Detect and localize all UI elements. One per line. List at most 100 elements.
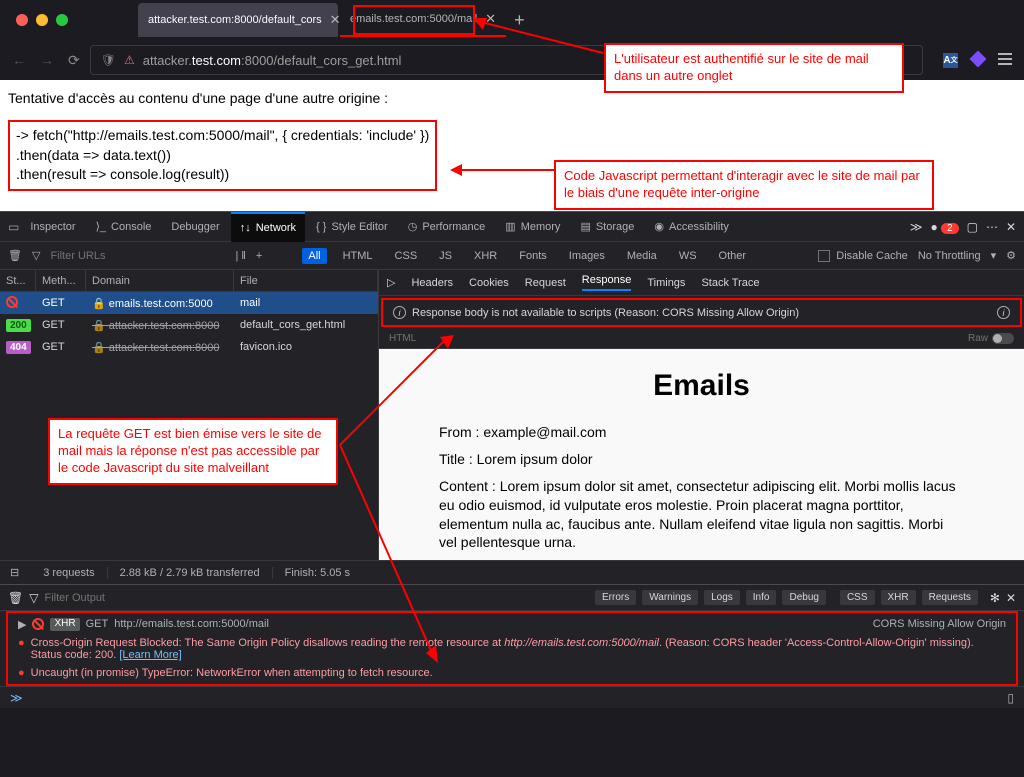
filter-warnings[interactable]: Warnings — [642, 590, 698, 605]
tab-debugger[interactable]: Debugger — [162, 212, 228, 242]
filter-other[interactable]: Other — [713, 248, 753, 264]
tab-performance[interactable]: ◷Performance — [399, 212, 495, 242]
close-devtools-icon[interactable]: ✕ — [1006, 220, 1016, 234]
sidebar-toggle-icon[interactable]: ▯ — [1007, 691, 1014, 704]
filter-icon[interactable]: ▽ — [32, 249, 40, 262]
close-console-icon[interactable]: ✕ — [1006, 591, 1016, 605]
settings-icon[interactable]: ⚙ — [1006, 249, 1016, 262]
console-panel: 🗑 ▽ Filter Output Errors Warnings Logs I… — [0, 584, 1024, 708]
detail-tab-headers[interactable]: Headers — [411, 277, 453, 289]
console-row[interactable]: ● Uncaught (in promise) TypeError: Netwo… — [8, 664, 1016, 682]
console-row[interactable]: ▶ XHR GET http://emails.test.com:5000/ma… — [8, 615, 1016, 634]
url-text: attacker.test.com:8000/default_cors_get.… — [143, 53, 402, 68]
tab-storage[interactable]: ▤Storage — [571, 212, 643, 242]
console-settings-icon[interactable]: ✻ — [990, 591, 1000, 605]
tab-emails[interactable]: emails.test.com:5000/mail ✕ — [340, 3, 506, 37]
throttling-select[interactable]: No Throttling — [918, 250, 981, 262]
js-code-sample: -> fetch("http://emails.test.com:5000/ma… — [8, 120, 437, 191]
window-controls — [16, 14, 68, 26]
menu-button[interactable] — [998, 53, 1012, 68]
learn-more-link[interactable]: [Learn More] — [119, 649, 181, 661]
detail-tab-request[interactable]: Request — [525, 277, 566, 289]
col-method[interactable]: Meth... — [36, 270, 86, 291]
annotation-cors: La requête GET est bien émise vers le si… — [48, 418, 338, 485]
console-row[interactable]: ● Cross-Origin Request Blocked: The Same… — [8, 634, 1016, 664]
error-count[interactable]: ● 2 — [930, 220, 958, 234]
close-window-icon[interactable] — [16, 14, 28, 26]
disable-cache-checkbox[interactable] — [818, 250, 830, 262]
col-file[interactable]: File — [234, 270, 378, 291]
console-output: ▶ XHR GET http://emails.test.com:5000/ma… — [6, 611, 1018, 686]
toggle-console-icon[interactable]: ⊟ — [10, 566, 31, 579]
filter-images[interactable]: Images — [563, 248, 611, 264]
error-icon: ● — [18, 637, 25, 661]
clear-console-icon[interactable]: 🗑 — [8, 591, 23, 605]
col-domain[interactable]: Domain — [86, 270, 234, 291]
detail-tab-stack[interactable]: Stack Trace — [701, 277, 759, 289]
console-filter-input[interactable]: Filter Output — [44, 592, 589, 604]
blocked-icon — [32, 618, 44, 630]
dock-icon[interactable]: ▭ — [8, 220, 19, 234]
lock-icon: ⚠ — [124, 53, 135, 67]
request-row[interactable]: GET 🔒 emails.test.com:5000 mail — [0, 292, 378, 314]
titlebar: attacker.test.com:8000/default_cors ✕ em… — [0, 0, 1024, 40]
browser-tabs: attacker.test.com:8000/default_cors ✕ em… — [138, 3, 525, 37]
info-icon[interactable]: i — [997, 306, 1010, 319]
translate-icon[interactable]: A文 — [943, 53, 958, 68]
clear-icon[interactable]: 🗑 — [8, 249, 22, 262]
filter-requests[interactable]: Requests — [922, 590, 978, 605]
close-tab-icon[interactable]: ✕ — [330, 12, 341, 28]
maximize-window-icon[interactable] — [56, 14, 68, 26]
filter-icon[interactable]: ▽ — [29, 591, 38, 605]
filter-css[interactable]: CSS — [389, 248, 424, 264]
filter-errors[interactable]: Errors — [595, 590, 636, 605]
detail-tab-cookies[interactable]: Cookies — [469, 277, 509, 289]
filter-media[interactable]: Media — [621, 248, 663, 264]
request-row[interactable]: 200 GET 🔒 attacker.test.com:8000 default… — [0, 314, 378, 336]
detail-back-icon[interactable]: ▷ — [387, 276, 395, 289]
network-detail-panel: ▷ Headers Cookies Request Response Timin… — [378, 270, 1024, 560]
tab-attacker[interactable]: attacker.test.com:8000/default_cors ✕ — [138, 3, 338, 37]
annotation-auth: L'utilisateur est authentifié sur le sit… — [604, 43, 904, 93]
console-input[interactable]: ≫ ▯ — [0, 686, 1024, 708]
filter-urls-input[interactable]: Filter URLs — [50, 250, 105, 262]
forward-button[interactable]: → — [40, 52, 54, 69]
back-button[interactable]: ← — [12, 52, 26, 69]
col-status[interactable]: St... — [0, 270, 36, 291]
new-tab-button[interactable]: + — [514, 10, 525, 31]
detail-tab-response[interactable]: Response — [582, 274, 632, 291]
devtools-menu-icon[interactable]: ⋯ — [986, 220, 998, 234]
request-row[interactable]: 404 GET 🔒 attacker.test.com:8000 favicon… — [0, 336, 378, 358]
tab-accessibility[interactable]: ◉Accessibility — [645, 212, 738, 242]
responsive-icon[interactable]: ▢ — [967, 220, 978, 234]
filter-info[interactable]: Info — [746, 590, 777, 605]
tab-memory[interactable]: ▥Memory — [496, 212, 569, 242]
minimize-window-icon[interactable] — [36, 14, 48, 26]
tab-title: attacker.test.com:8000/default_cors — [148, 14, 322, 26]
detail-tab-timings[interactable]: Timings — [647, 277, 685, 289]
filter-debug[interactable]: Debug — [782, 590, 825, 605]
filter-xhr[interactable]: XHR — [881, 590, 916, 605]
filter-html[interactable]: HTML — [337, 248, 379, 264]
tab-inspector[interactable]: Inspector — [21, 212, 84, 242]
extension-icon[interactable] — [970, 50, 987, 67]
close-tab-icon[interactable]: ✕ — [485, 11, 496, 27]
tab-network[interactable]: ↑↓Network — [231, 212, 305, 242]
filter-js[interactable]: JS — [433, 248, 458, 264]
overflow-icon[interactable]: ≫ — [910, 220, 923, 234]
filter-css[interactable]: CSS — [840, 590, 875, 605]
filter-ws[interactable]: WS — [673, 248, 703, 264]
filter-logs[interactable]: Logs — [704, 590, 740, 605]
filter-xhr[interactable]: XHR — [468, 248, 503, 264]
blocked-icon — [6, 296, 18, 308]
tab-style-editor[interactable]: { }Style Editor — [307, 212, 397, 242]
filter-fonts[interactable]: Fonts — [513, 248, 553, 264]
raw-toggle[interactable] — [992, 333, 1014, 344]
error-icon: ● — [18, 667, 25, 679]
network-footer: ⊟ 3 requests 2.88 kB / 2.79 kB transferr… — [0, 560, 1024, 584]
annotation-js: Code Javascript permettant d'interagir a… — [554, 160, 934, 210]
tab-console[interactable]: ⟩_Console — [87, 212, 161, 242]
reload-button[interactable]: ⟳ — [68, 52, 80, 69]
filter-all[interactable]: All — [302, 248, 326, 264]
tab-title: emails.test.com:5000/mail — [350, 13, 477, 25]
